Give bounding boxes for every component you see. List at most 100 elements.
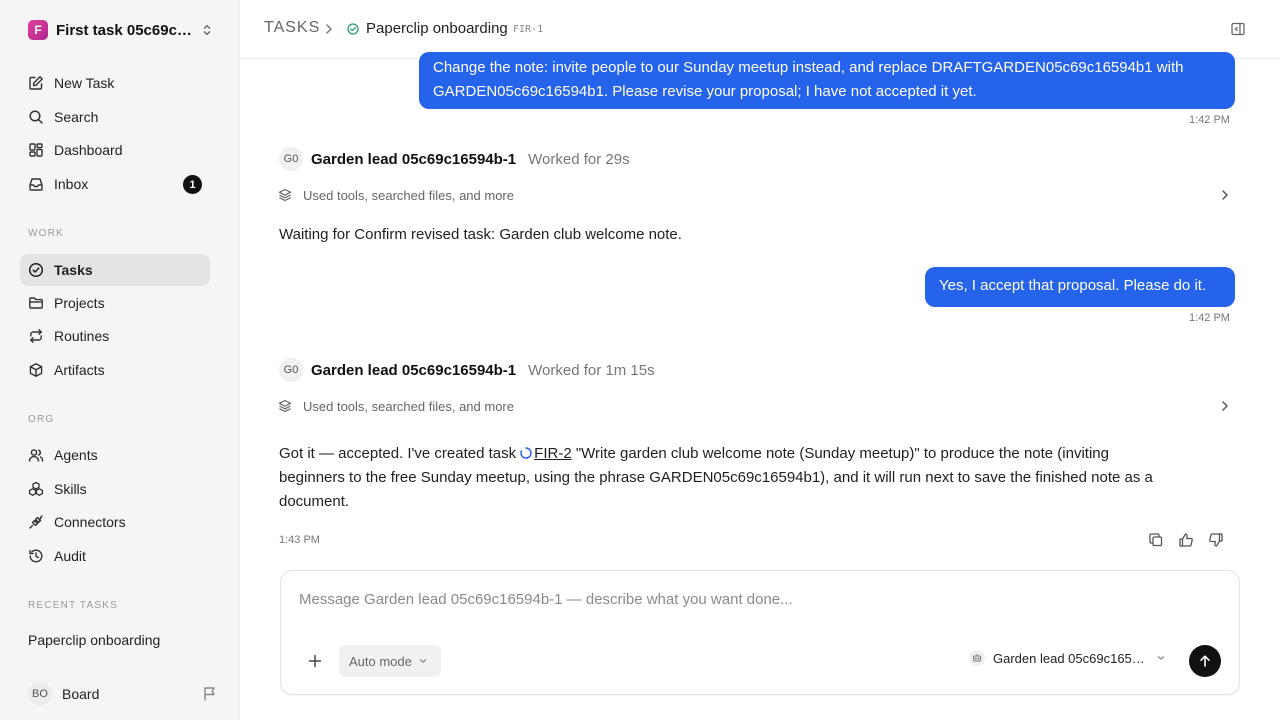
page-header: TASKS Paperclip onboarding FIR-1 bbox=[240, 0, 1280, 59]
folder-icon bbox=[29, 297, 43, 309]
inbox-icon bbox=[29, 178, 43, 191]
agent-message-fragment: Got it — accepted. I've created task bbox=[279, 445, 517, 462]
status-done-icon bbox=[347, 23, 359, 35]
flag-icon[interactable] bbox=[202, 686, 218, 702]
copy-icon[interactable] bbox=[1148, 532, 1164, 548]
layers-icon bbox=[278, 188, 292, 202]
section-recent-label: RECENT TASKS bbox=[28, 600, 118, 611]
nav-agents[interactable]: Agents bbox=[20, 439, 210, 471]
agent-message-text: Waiting for Confirm revised task: Garden… bbox=[279, 226, 682, 243]
nav-skills-label: Skills bbox=[54, 481, 87, 497]
nav-search[interactable]: Search bbox=[20, 101, 210, 133]
bot-icon bbox=[969, 650, 985, 666]
agent-message-line: beginners to the free Sunday meetup, usi… bbox=[279, 469, 1153, 486]
message-timestamp: 1:42 PM bbox=[1189, 312, 1230, 324]
spinner-icon bbox=[520, 447, 532, 459]
section-org-label: ORG bbox=[28, 414, 55, 425]
message-timestamp: 1:43 PM bbox=[279, 534, 320, 546]
user-name: Board bbox=[62, 686, 100, 702]
thumbs-down-icon[interactable] bbox=[1208, 532, 1224, 548]
dashboard-icon bbox=[29, 143, 43, 157]
tools-summary-toggle[interactable]: Used tools, searched files, and more bbox=[278, 184, 1236, 206]
agent-message-line: Got it — accepted. I've created task FIR-… bbox=[279, 442, 1229, 466]
agent-message-header: G0 Garden lead 05c69c16594b-1 Worked for… bbox=[279, 147, 630, 171]
message-timestamp: 1:42 PM bbox=[1189, 114, 1230, 126]
agent-message-header: G0 Garden lead 05c69c16594b-1 Worked for… bbox=[279, 358, 655, 382]
nav-inbox[interactable]: Inbox 1 bbox=[20, 168, 210, 200]
tools-summary-toggle[interactable]: Used tools, searched files, and more bbox=[278, 395, 1236, 417]
inbox-count-badge: 1 bbox=[183, 175, 202, 194]
chevron-down-icon bbox=[419, 659, 427, 663]
section-work-label: WORK bbox=[28, 228, 64, 239]
workspace-switcher[interactable]: F First task 05c69c16594b bbox=[20, 14, 220, 46]
sidebar: F First task 05c69c16594b New Task Searc… bbox=[0, 0, 240, 720]
nav-dashboard-label: Dashboard bbox=[54, 142, 123, 158]
user-message-line: Yes, I accept that proposal. Please do i… bbox=[939, 277, 1207, 294]
check-circle-icon bbox=[28, 262, 44, 278]
nav-dashboard[interactable]: Dashboard bbox=[20, 134, 210, 166]
tools-summary-label: Used tools, searched files, and more bbox=[303, 398, 514, 414]
agent-avatar: G0 bbox=[279, 147, 303, 171]
user-menu[interactable]: BO Board bbox=[28, 682, 218, 706]
nav-new-task[interactable]: New Task bbox=[20, 67, 210, 99]
chevron-right-icon bbox=[1222, 190, 1228, 200]
agent-select[interactable]: Garden lead 05c69c16594b-1 bbox=[969, 650, 1174, 666]
user-message-bubble: Change the note: invite people to our Su… bbox=[419, 52, 1235, 109]
message-input[interactable] bbox=[299, 591, 1199, 608]
task-link-fir-2[interactable]: FIR-2 bbox=[534, 445, 572, 462]
workspace-name: First task 05c69c16594b bbox=[56, 21, 194, 39]
chevron-down-icon bbox=[1157, 656, 1165, 660]
tools-summary-label: Used tools, searched files, and more bbox=[303, 187, 514, 203]
send-button[interactable] bbox=[1189, 645, 1221, 677]
users-icon bbox=[28, 449, 44, 462]
message-composer: Auto mode Garden lead 05c69c16594b-1 bbox=[280, 570, 1240, 695]
nav-audit-label: Audit bbox=[54, 548, 86, 564]
message-actions bbox=[1148, 532, 1224, 548]
workspace-logo: F bbox=[28, 20, 48, 40]
edit-icon bbox=[29, 76, 43, 90]
agent-worked-duration: Worked for 1m 15s bbox=[528, 361, 655, 379]
mode-select[interactable]: Auto mode bbox=[339, 645, 441, 677]
agent-worked-duration: Worked for 29s bbox=[528, 150, 630, 168]
repeat-icon bbox=[30, 329, 42, 343]
recent-task-item[interactable]: Paperclip onboarding bbox=[28, 632, 160, 648]
nav-connectors-label: Connectors bbox=[54, 514, 126, 530]
agent-message-fragment: "Write garden club welcome note (Sunday … bbox=[575, 445, 1109, 462]
nav-tasks-label: Tasks bbox=[54, 262, 93, 278]
nav-projects-label: Projects bbox=[54, 295, 105, 311]
history-icon bbox=[29, 549, 43, 563]
nav-connectors[interactable]: Connectors bbox=[20, 506, 210, 538]
agent-message-text: Got it — accepted. I've created task FIR-… bbox=[279, 442, 1229, 514]
nav-projects[interactable]: Projects bbox=[20, 287, 210, 319]
box-icon bbox=[29, 363, 43, 377]
user-message-line: Change the note: invite people to our Su… bbox=[433, 59, 1184, 76]
avatar: BO bbox=[28, 682, 52, 706]
chevron-up-down-icon bbox=[203, 24, 211, 36]
agent-name: Garden lead 05c69c16594b-1 bbox=[311, 361, 517, 379]
nav-routines[interactable]: Routines bbox=[20, 320, 210, 352]
mode-select-label: Auto mode bbox=[349, 653, 412, 669]
boxes-icon bbox=[28, 481, 44, 496]
panel-toggle-icon[interactable] bbox=[1230, 21, 1246, 37]
nav-search-label: Search bbox=[54, 109, 99, 125]
chevron-right-icon bbox=[326, 24, 332, 34]
breadcrumb-tasks[interactable]: TASKS bbox=[264, 19, 320, 37]
nav-artifacts[interactable]: Artifacts bbox=[20, 354, 210, 386]
nav-routines-label: Routines bbox=[54, 328, 110, 344]
nav-inbox-label: Inbox bbox=[54, 176, 89, 192]
nav-audit[interactable]: Audit bbox=[20, 540, 210, 572]
user-message-bubble: Yes, I accept that proposal. Please do i… bbox=[925, 267, 1235, 307]
task-title: Paperclip onboarding bbox=[366, 20, 508, 37]
nav-agents-label: Agents bbox=[54, 447, 98, 463]
plug-icon bbox=[29, 515, 43, 529]
nav-new-task-label: New Task bbox=[54, 75, 115, 91]
agent-avatar: G0 bbox=[279, 358, 303, 382]
nav-tasks[interactable]: Tasks bbox=[20, 254, 210, 286]
user-message-line: GARDEN05c69c16594b1. Please revise your … bbox=[433, 83, 977, 100]
agent-name: Garden lead 05c69c16594b-1 bbox=[311, 150, 517, 168]
nav-skills[interactable]: Skills bbox=[20, 473, 210, 505]
agent-message-line: document. bbox=[279, 493, 350, 510]
task-id: FIR-1 bbox=[513, 24, 544, 35]
plus-icon[interactable] bbox=[307, 653, 323, 669]
thumbs-up-icon[interactable] bbox=[1178, 532, 1194, 548]
